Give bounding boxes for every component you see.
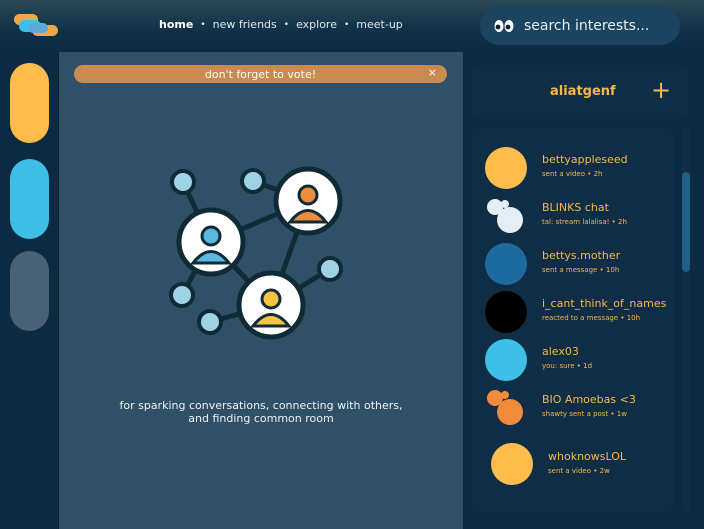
add-icon[interactable]: + — [651, 76, 671, 104]
nav-explore[interactable]: explore — [296, 18, 337, 31]
avatar — [485, 291, 527, 333]
group-avatar — [487, 390, 523, 425]
tagline-line-2: and finding common room — [188, 412, 334, 425]
group-avatar — [487, 199, 523, 233]
vote-banner: don't forget to vote! × — [74, 65, 447, 83]
chat-name: bettyappleseed — [542, 153, 628, 166]
chat-preview: shawty sent a post • 1w — [542, 410, 627, 418]
avatar — [491, 443, 533, 485]
avatar — [485, 147, 527, 189]
chat-name: whoknowsLOL — [548, 450, 627, 463]
tagline-line-1: for sparking conversations, connecting w… — [119, 399, 403, 412]
chat-name: alex03 — [542, 345, 579, 358]
chat-name: BLINKS chat — [542, 201, 609, 214]
nav-new-friends[interactable]: new friends — [213, 18, 277, 31]
chat-name: BIO Amoebas <3 — [542, 393, 636, 406]
rail-pill-gray[interactable] — [10, 251, 49, 331]
nav-separator: • — [283, 19, 290, 30]
avatar — [485, 243, 527, 285]
chat-preview: reacted to a message • 10h — [542, 314, 641, 322]
chat-preview: sent a video • 2w — [548, 467, 610, 475]
chat-item[interactable]: BIO Amoebas <3 shawty sent a post • 1w — [471, 386, 674, 430]
nav-meet-up[interactable]: meet-up — [356, 18, 403, 31]
chat-item[interactable]: i_cant_think_of_names reacted to a messa… — [471, 290, 674, 334]
chat-name: bettys.mother — [542, 249, 621, 262]
username[interactable]: aliatgenf — [550, 84, 616, 99]
rail-pill-yellow[interactable] — [10, 63, 49, 143]
chat-item[interactable]: whoknowsLOL sent a video • 2w — [471, 442, 674, 486]
chat-preview: tal: stream lalalisa! • 2h — [542, 218, 627, 226]
nav-home[interactable]: home — [159, 18, 193, 31]
close-icon[interactable]: × — [428, 66, 437, 79]
chat-list: bettyappleseed sent a video • 2h BLINKS … — [471, 128, 674, 512]
banner-text: don't forget to vote! — [204, 67, 317, 81]
chat-preview: sent a video • 2h — [542, 170, 603, 178]
nav-separator: • — [200, 19, 206, 30]
chat-item[interactable]: bettyappleseed sent a video • 2h — [471, 146, 674, 190]
app-logo[interactable] — [14, 12, 60, 40]
chat-item[interactable]: alex03 you: sure • 1d — [471, 338, 674, 382]
avatar — [485, 339, 527, 381]
chat-item[interactable]: bettys.mother sent a message • 10h — [471, 242, 674, 286]
eyes-icon — [494, 20, 514, 32]
chat-name: i_cant_think_of_names — [542, 297, 667, 310]
rail-pill-blue[interactable] — [10, 159, 49, 239]
main-nav: home • new friends • explore • meet-up — [159, 18, 403, 31]
chat-preview: you: sure • 1d — [542, 362, 593, 370]
nav-separator: • — [343, 19, 350, 30]
chat-preview: sent a message • 10h — [542, 266, 620, 274]
search-placeholder[interactable]: search interests... — [524, 18, 649, 34]
chat-scroll-thumb[interactable] — [682, 172, 690, 272]
search-bar[interactable]: search interests... — [480, 7, 680, 45]
tagline: for sparking conversations, connecting w… — [110, 399, 412, 425]
chat-item[interactable]: BLINKS chat tal: stream lalalisa! • 2h — [471, 194, 674, 238]
user-header: aliatgenf + — [471, 65, 689, 119]
network-illustration — [169, 166, 343, 340]
